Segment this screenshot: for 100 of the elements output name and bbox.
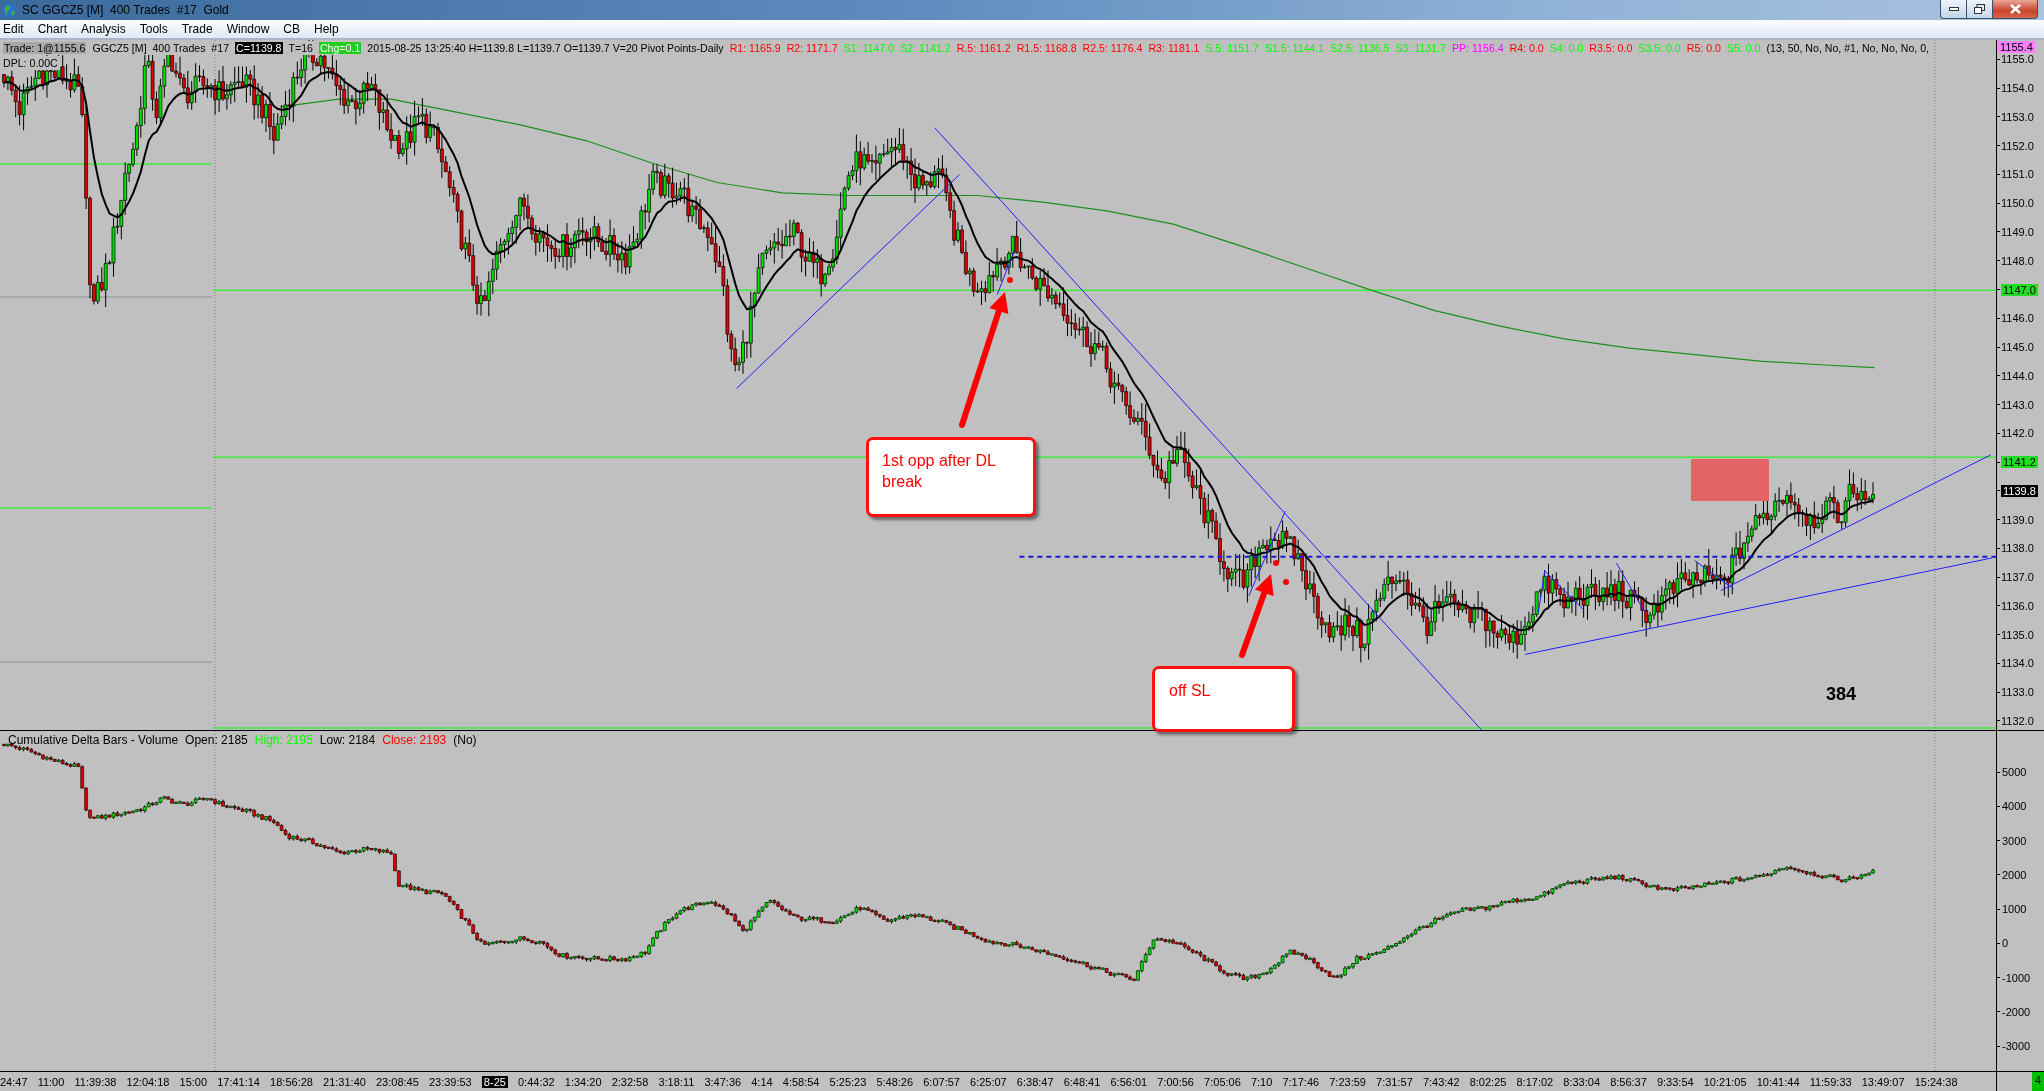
menu-item[interactable]: Tools [132, 21, 175, 37]
time-label: 6:56:01 [1110, 1075, 1148, 1088]
info-text: R.5: 1161.2 [956, 42, 1011, 54]
axis-label: 1132.0 [2001, 715, 2034, 727]
time-label: 7:10 [1250, 1075, 1273, 1088]
time-label: 6:38:47 [1016, 1075, 1054, 1088]
info-text: S.5: 1151.7 [1205, 42, 1259, 54]
time-label: 3:47:36 [704, 1075, 742, 1088]
time-label: 17:41:14 [217, 1075, 260, 1088]
axis-label: -2000 [2002, 1005, 2031, 1018]
time-label: 11:00 [37, 1075, 65, 1088]
time-label: 23:39:53 [428, 1075, 472, 1088]
axis-label: 1150.0 [2001, 197, 2034, 210]
status-indicator: 4 [2031, 1072, 2044, 1091]
info-text: S5: 0.0 [1726, 42, 1761, 54]
callout-note: 1st opp after DL break [866, 437, 1036, 517]
time-label: 13:49:07 [1861, 1075, 1905, 1088]
price-tag: 1147.0 [2001, 283, 2038, 296]
menu-item[interactable]: Window [219, 21, 277, 37]
info-text: R3.5: 0.0 [1589, 42, 1633, 54]
time-label: 5:48:26 [876, 1075, 914, 1088]
highlighted-value: Chg=0.1 [318, 42, 362, 54]
axis-label: 1134.0 [2001, 657, 2034, 670]
close-button[interactable] [1993, 0, 2038, 19]
info-text: R1: 1165.9 [729, 42, 781, 54]
menu-item[interactable]: Analysis [74, 21, 133, 37]
time-label: 8:33:04 [1563, 1075, 1600, 1088]
axis-label: 1152.0 [2001, 139, 2034, 152]
indicator-text: (No) [453, 733, 477, 747]
globe-icon [2, 2, 17, 18]
info-text: S2: 1141.2 [900, 42, 951, 54]
time-label: 8:17:02 [1516, 1075, 1554, 1088]
time-label: 6:25:07 [970, 1075, 1007, 1088]
restore-button[interactable] [1967, 0, 1993, 19]
marker-icon [1283, 579, 1289, 585]
info-text: S1: 1147.0 [843, 42, 895, 54]
date-tag: 8-25 [481, 1075, 508, 1088]
time-label: 7:31:57 [1376, 1075, 1413, 1088]
info-text: S2.5: 1136.5 [1330, 42, 1390, 54]
axis-label: 1135.0 [2001, 628, 2034, 641]
indicator-text: Low: 2184 [319, 733, 376, 747]
axis-label: 1144.0 [2001, 369, 2034, 382]
info-text: S3.5: 0.0 [1638, 42, 1681, 54]
time-label: 10:41:44 [1756, 1075, 1800, 1088]
indicator-text: Close: 2193 [382, 733, 447, 747]
info-text: GGCZ5 [M] 400 Trades #17 [92, 42, 230, 54]
axis-label: -1000 [2002, 971, 2031, 984]
time-label: 21:31:40 [323, 1075, 366, 1088]
time-label: 1:34:20 [564, 1075, 602, 1088]
time-label: 11:39:38 [74, 1075, 117, 1088]
axis-label: 0 [2002, 937, 2009, 950]
marker-icon [1007, 277, 1013, 283]
time-label: 7:43:42 [1422, 1075, 1460, 1088]
axis-label: 1133.0 [2001, 686, 2034, 699]
info-text: R1.5: 1168.8 [1016, 42, 1077, 54]
axis-label: 1151.0 [2001, 168, 2034, 181]
axis-label: 3000 [2002, 834, 2027, 847]
info-text: T=16 [288, 42, 313, 54]
time-label: 6:07:57 [923, 1075, 960, 1088]
highlighted-value: Trade: 1@1155.6 [3, 42, 87, 54]
highlighted-value: C=1139.8 [235, 42, 283, 54]
time-label: 8:56:37 [1610, 1075, 1647, 1088]
time-label: 15:00 [179, 1075, 208, 1088]
axis-label: 2000 [2002, 868, 2027, 881]
time-label: 18:56:28 [270, 1075, 313, 1088]
info-text: PP: 1156.4 [1451, 42, 1504, 54]
time-label: 7:23:59 [1329, 1075, 1366, 1088]
info-text: R4: 0.0 [1509, 42, 1544, 54]
axis-label: 1139.0 [2001, 513, 2034, 526]
info-text: R2.5: 1176.4 [1082, 42, 1143, 54]
time-label: 12:04:18 [126, 1075, 170, 1088]
axis-label: -3000 [2002, 1040, 2031, 1053]
menu-item[interactable]: Help [307, 21, 346, 37]
axis-label: 5000 [2002, 766, 2027, 779]
axis-label: 1154.0 [2001, 82, 2034, 95]
menu-item[interactable]: Chart [30, 21, 75, 37]
time-label: 10:21:05 [1703, 1075, 1747, 1088]
indicator-text: Cumulative Delta Bars - Volume [8, 733, 179, 747]
info-text: 2015-08-25 13:25:40 H=1139.8 L=1139.7 O=1139.7 V=20 Pivot Points-Daily [367, 42, 724, 54]
time-label: 9:33:54 [1656, 1075, 1694, 1088]
price-tag: 1139.8 [2001, 484, 2038, 497]
axis-label: 1143.0 [2001, 398, 2034, 411]
menu-item[interactable]: Trade [174, 21, 220, 37]
minimize-button[interactable] [1940, 0, 1967, 19]
minimize-icon [1948, 7, 1959, 11]
price-tag: 1155.4 [1998, 41, 2035, 53]
info-text: R2: 1171.7 [786, 42, 838, 54]
axis-label: 1137.0 [2001, 571, 2034, 584]
axis-label: 1153.0 [2001, 110, 2034, 123]
info-text: R3: 1181.1 [1148, 42, 1200, 54]
window-title: SC GGCZ5 [M] 400 Trades #17 Gold [22, 3, 229, 17]
info-text: S3: 1131.7 [1395, 42, 1446, 54]
menu-item[interactable]: Edit [0, 21, 31, 37]
axis-label: 1155.0 [2001, 53, 2034, 66]
time-label: 8:02:25 [1469, 1075, 1507, 1088]
time-label: 7:00:56 [1157, 1075, 1194, 1088]
time-label: 6:48:41 [1063, 1075, 1101, 1088]
info-text: DPL: 0.00C [3, 56, 60, 70]
axis-label: 1000 [2002, 903, 2027, 916]
menu-item[interactable]: CB [276, 21, 307, 37]
